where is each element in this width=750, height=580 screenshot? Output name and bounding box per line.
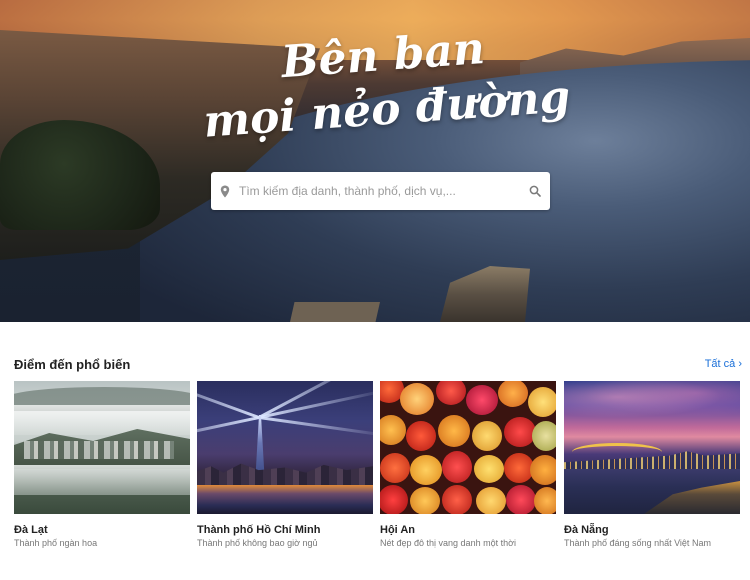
destination-subtitle: Thành phố ngàn hoa xyxy=(14,538,98,548)
search-icon[interactable] xyxy=(520,172,550,210)
destination-subtitle: Thành phố không bao giờ ngủ xyxy=(197,538,318,548)
destination-name[interactable]: Đà Lạt xyxy=(14,524,190,536)
hero-dock xyxy=(290,302,380,322)
destination-name[interactable]: Thành phố Hồ Chí Minh xyxy=(197,524,373,536)
hero-banner: Bên ban mọi nẻo đường xyxy=(0,0,750,322)
destination-subtitle: Thành phố đáng sống nhất Việt Nam xyxy=(564,538,711,548)
see-all-link[interactable]: Tất cả › xyxy=(705,358,742,370)
destination-card-ho-chi-minh[interactable]: Thành phố Hồ Chí Minh Thành phố không ba… xyxy=(197,381,373,548)
search-input[interactable] xyxy=(239,173,520,209)
destination-image[interactable] xyxy=(380,381,556,514)
search-bar xyxy=(211,172,550,210)
destination-card-hoi-an[interactable]: Hội An Nét đẹp đô thị vang danh một thời xyxy=(380,381,556,548)
popular-section-title: Điểm đến phổ biến xyxy=(14,357,131,372)
map-pin-icon xyxy=(211,172,239,210)
destination-image[interactable] xyxy=(197,381,373,514)
destination-name[interactable]: Đà Nẵng xyxy=(564,524,740,536)
destination-image[interactable] xyxy=(14,381,190,514)
destination-card-da-nang[interactable]: Đà Nẵng Thành phố đáng sống nhất Việt Na… xyxy=(564,381,740,548)
destination-cards: Đà Lạt Thành phố ngàn hoa Thành phố Hồ C… xyxy=(14,381,744,561)
destination-image[interactable] xyxy=(564,381,740,514)
destination-card-da-lat[interactable]: Đà Lạt Thành phố ngàn hoa xyxy=(14,381,190,548)
destination-subtitle: Nét đẹp đô thị vang danh một thời xyxy=(380,538,516,548)
destination-name[interactable]: Hội An xyxy=(380,524,556,536)
